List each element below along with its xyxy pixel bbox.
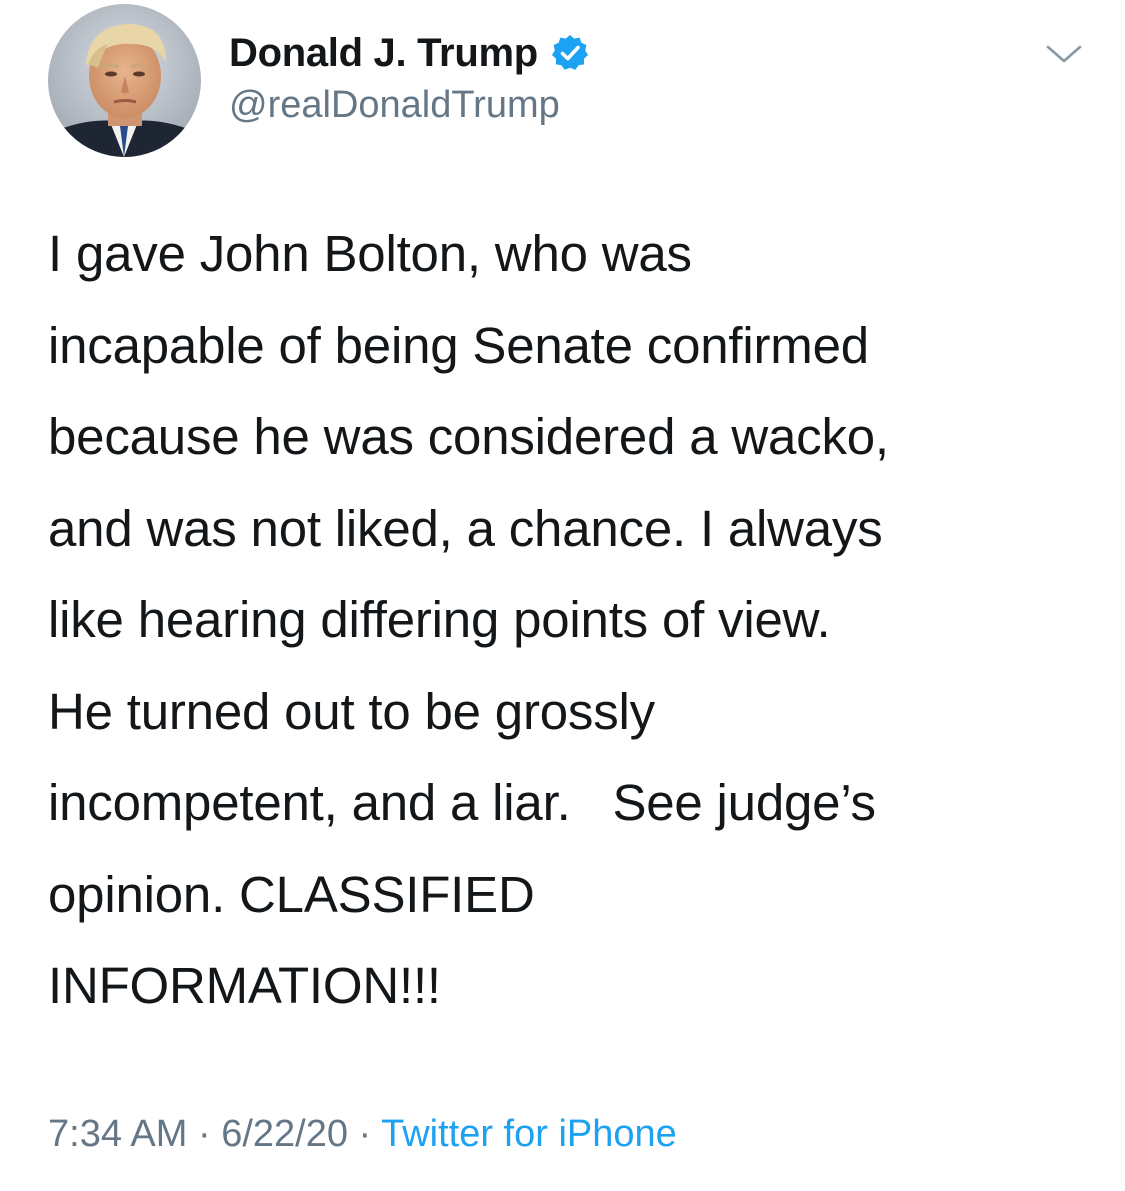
- tweet-text-line: incapable of being Senate confirmed: [48, 316, 869, 374]
- tweet-text-line: He turned out to be grossly: [48, 682, 655, 740]
- avatar-image: [48, 4, 201, 157]
- meta-separator: ·: [187, 1113, 222, 1155]
- author-handle[interactable]: @realDonaldTrump: [229, 84, 560, 127]
- author-name-row[interactable]: Donald J. Trump: [229, 26, 590, 80]
- tweet-card: Donald J. Trump @realDonaldTrump I gave …: [0, 0, 1125, 1191]
- tweet-meta: 7:34 AM · 6/22/20 · Twitter for iPhone: [48, 1113, 677, 1156]
- tweet-text-line: because he was considered a wacko,: [48, 408, 889, 465]
- tweet-text-line: I gave John Bolton, who was: [48, 225, 692, 282]
- avatar[interactable]: [48, 4, 201, 157]
- tweet-text-line: incompetent, and a liar. See judge’s: [48, 774, 876, 831]
- display-name[interactable]: Donald J. Trump: [229, 31, 538, 76]
- verified-badge-icon: [550, 33, 590, 73]
- tweet-date[interactable]: 6/22/20: [221, 1113, 348, 1155]
- meta-separator: ·: [348, 1113, 382, 1155]
- tweet-text: I gave John Bolton, who was incapable of…: [48, 208, 1098, 1032]
- tweet-text-line: INFORMATION!!!: [48, 957, 441, 1014]
- tweet-text-line: like hearing differing points of view.: [48, 591, 831, 648]
- chevron-down-icon[interactable]: [1040, 38, 1088, 70]
- tweet-text-line: opinion. CLASSIFIED: [48, 865, 535, 923]
- tweet-time[interactable]: 7:34 AM: [48, 1113, 187, 1155]
- tweet-source-link[interactable]: Twitter for iPhone: [381, 1113, 677, 1155]
- tweet-text-line: and was not liked, a chance. I always: [48, 499, 883, 557]
